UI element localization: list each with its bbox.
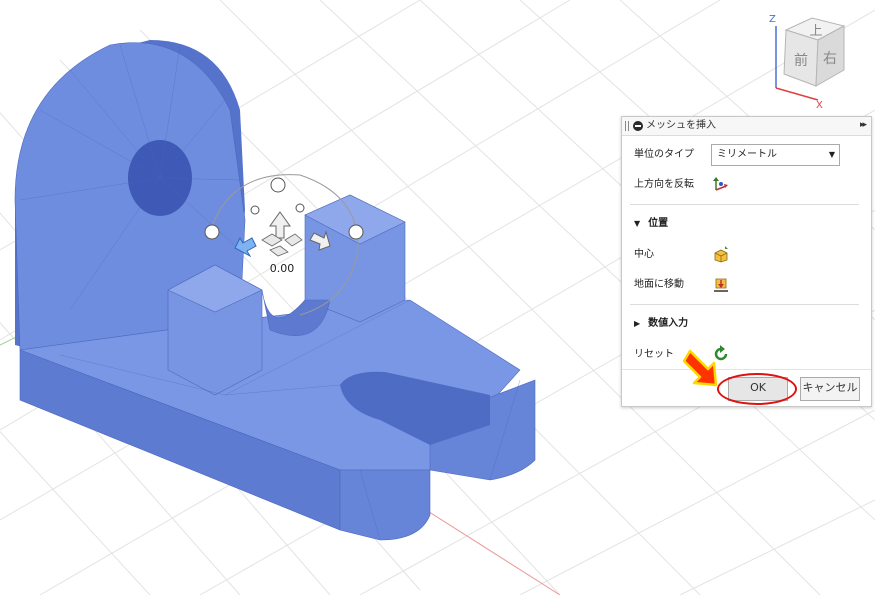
footer-separator — [622, 369, 871, 370]
position-section-label: 位置 — [648, 218, 669, 229]
gizmo-handle-upper-left[interactable] — [250, 205, 260, 215]
expand-panel-icon[interactable]: ▸▸ — [860, 120, 867, 130]
triangle-down-icon: ▼ — [634, 219, 641, 228]
triangle-right-icon: ▶ — [634, 319, 641, 328]
separator — [630, 304, 859, 305]
dialog-header[interactable]: メッシュを挿入 ▸▸ — [622, 117, 871, 136]
position-section-header[interactable]: ▼ 位置 — [634, 217, 668, 231]
dialog-title: メッシュを挿入 — [646, 120, 716, 131]
chevron-down-icon: ▼ — [828, 150, 835, 159]
flip-up-label: 上方向を反転 — [634, 179, 694, 190]
gizmo-value-label: 0.00 — [270, 262, 295, 275]
ok-highlight-circle — [717, 373, 797, 405]
gizmo-handle-top[interactable] — [270, 177, 286, 193]
viewcube-x-label: X — [816, 100, 823, 108]
move-to-ground-icon[interactable] — [712, 275, 730, 293]
unit-type-value: ミリメートル — [717, 149, 777, 160]
flip-axis-icon[interactable] — [712, 175, 730, 193]
viewcube[interactable]: Z X 上 前 右 — [760, 8, 860, 108]
collapse-icon[interactable] — [633, 121, 643, 131]
center-label: 中心 — [634, 249, 654, 260]
viewcube-front-label: 前 — [794, 52, 808, 69]
move-to-ground-label: 地面に移動 — [634, 279, 684, 290]
pointer-arrow-icon — [682, 349, 718, 387]
separator — [630, 204, 859, 205]
numeric-input-section-header[interactable]: ▶ 数値入力 — [634, 317, 688, 331]
insert-mesh-dialog: メッシュを挿入 ▸▸ 単位のタイプ ミリメートル ▼ 上方向を反転 ▼ 位置 中心… — [621, 116, 872, 407]
viewcube-x-axis — [775, 87, 819, 101]
viewcube-z-label: Z — [769, 14, 776, 25]
model-prong-front — [339, 469, 431, 541]
unit-type-select[interactable]: ミリメートル ▼ — [711, 144, 840, 166]
drag-handle-icon[interactable] — [625, 121, 629, 131]
cancel-button[interactable]: キャンセル — [800, 377, 860, 401]
viewcube-top-label: 上 — [809, 24, 822, 39]
gizmo-handle-left[interactable] — [204, 224, 220, 240]
numeric-input-section-label: 数値入力 — [648, 318, 689, 329]
unit-type-label: 単位のタイプ — [634, 149, 694, 160]
viewcube-right-label: 右 — [823, 51, 837, 67]
gizmo-arrow-up[interactable] — [269, 211, 291, 239]
reset-label: リセット — [634, 349, 674, 360]
gizmo-handle-upper-right[interactable] — [295, 203, 305, 213]
gizmo-handle-right[interactable] — [348, 224, 364, 240]
center-icon[interactable] — [712, 245, 730, 263]
